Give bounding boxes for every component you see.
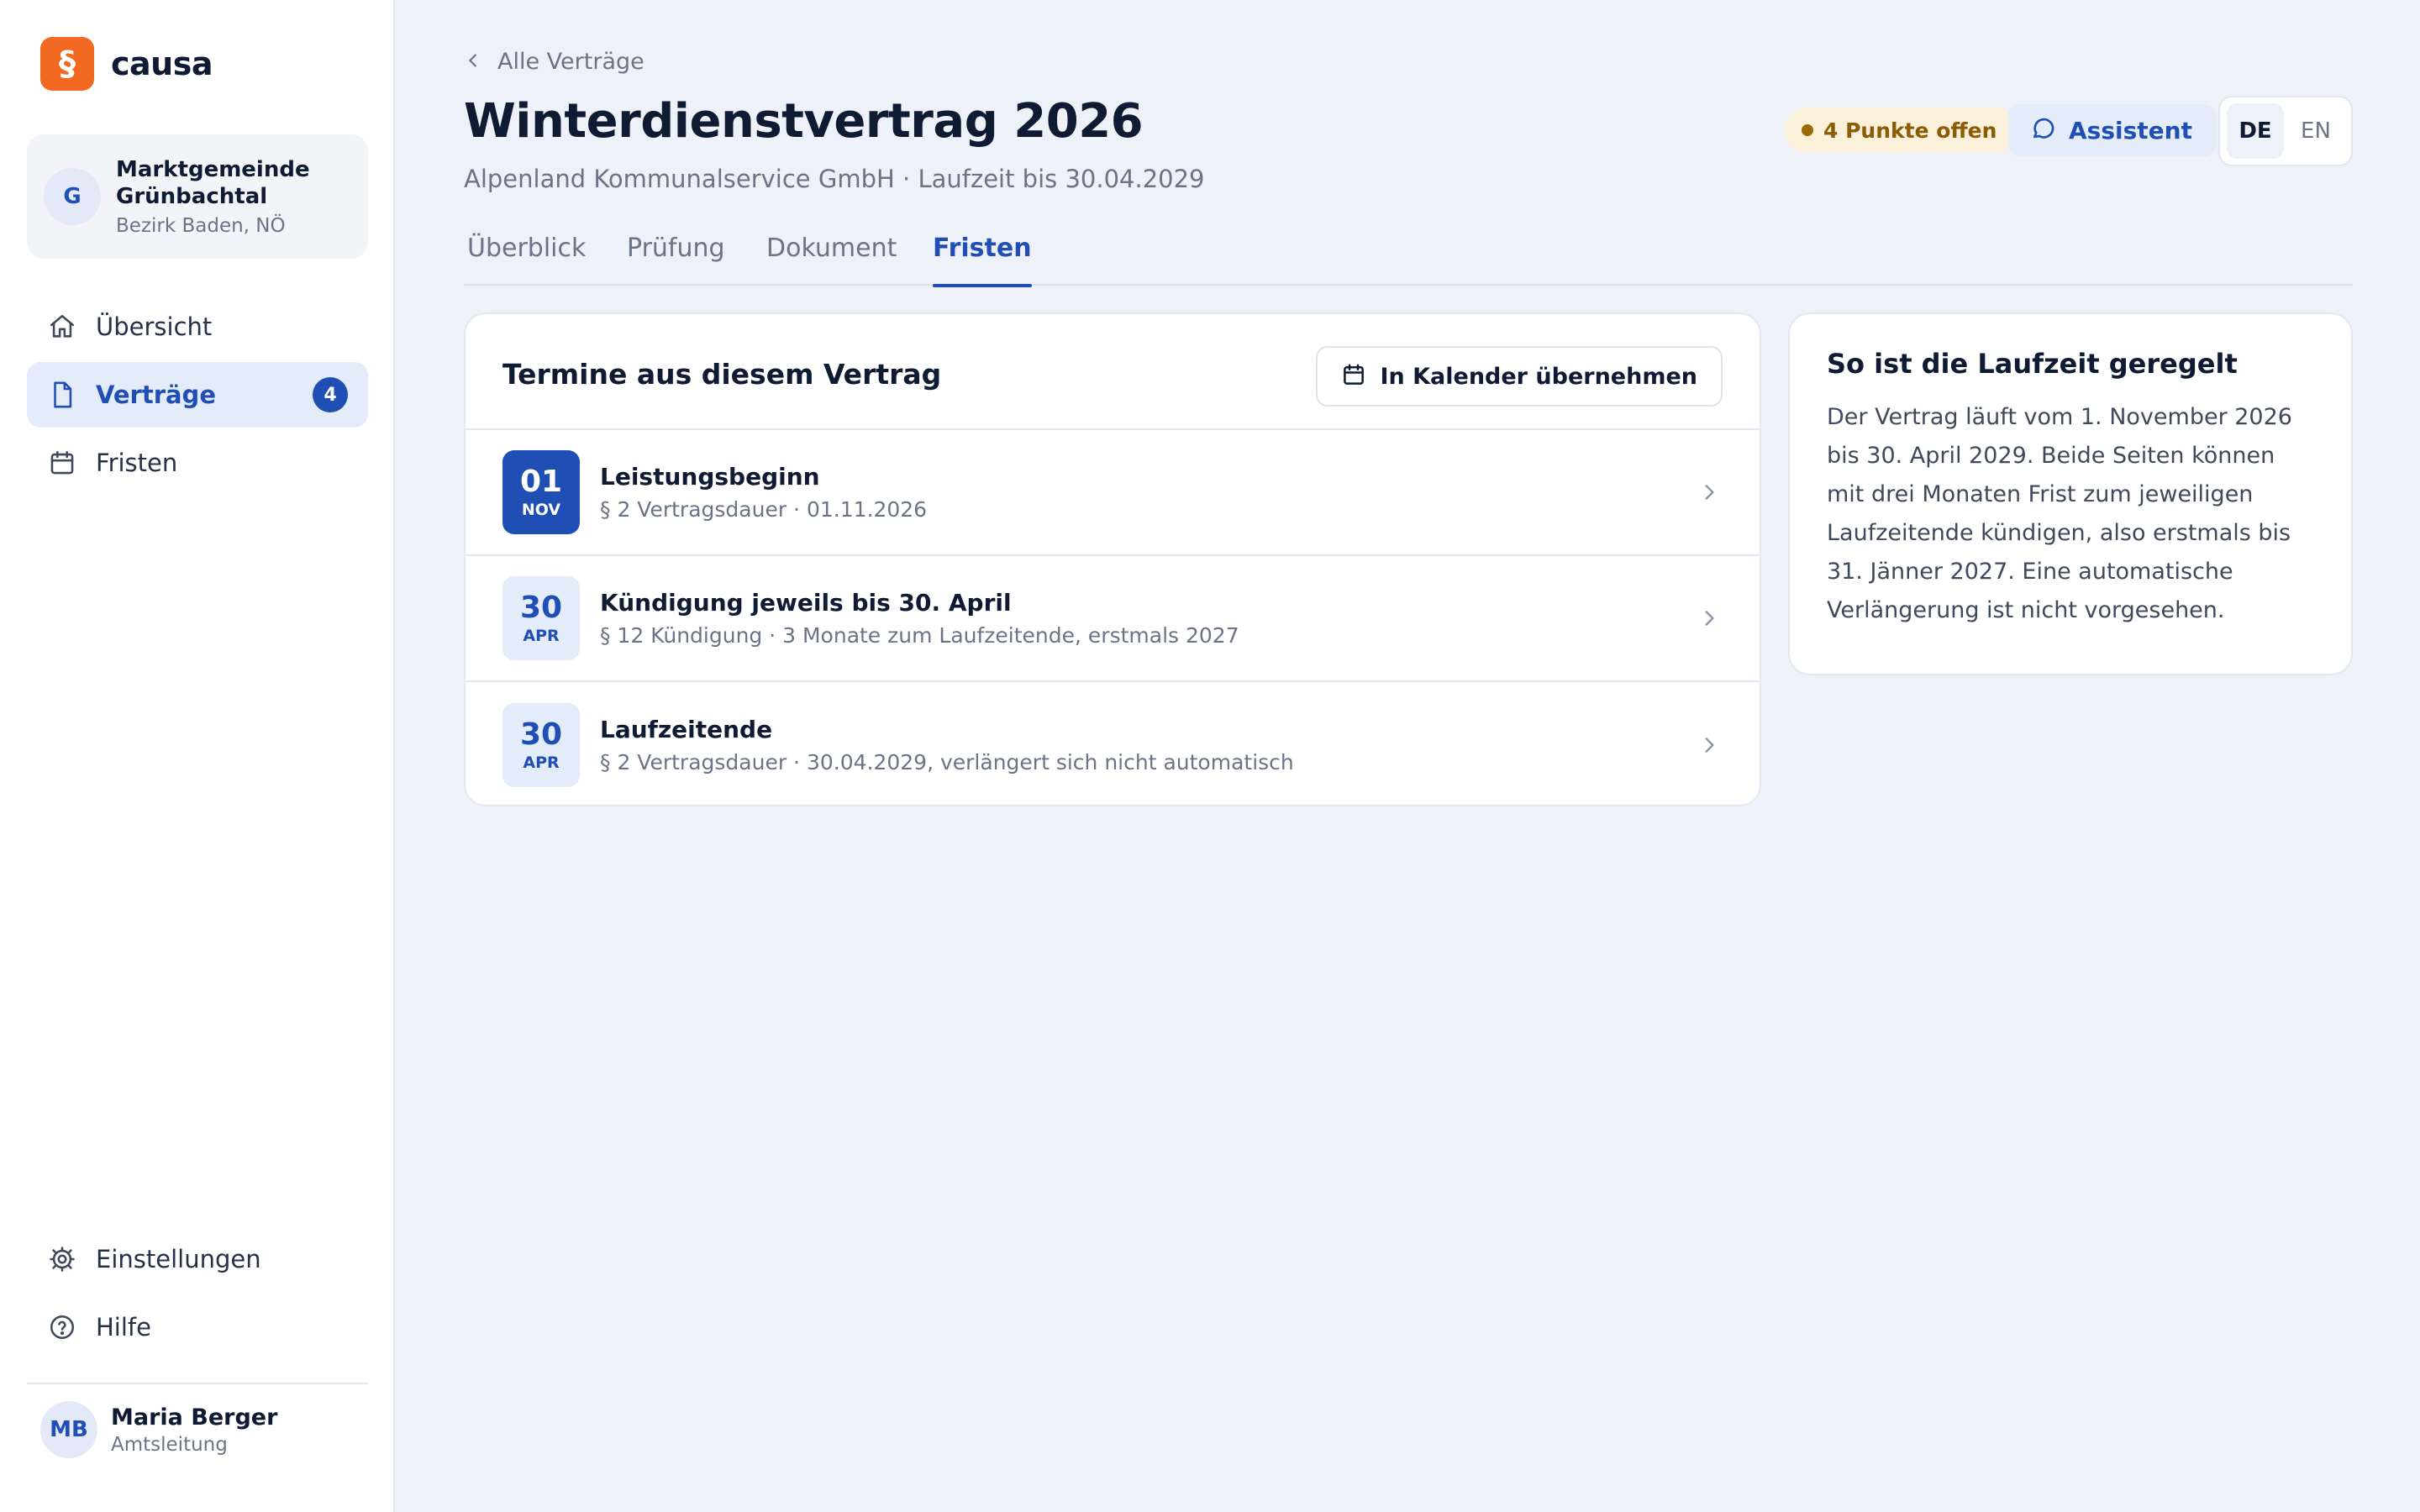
assistant-button-label: Assistent <box>2069 116 2192 144</box>
sidebar-item-label: Verträge <box>96 381 216 409</box>
sidebar-item-contracts[interactable]: Verträge 4 <box>27 362 368 428</box>
divider <box>27 1383 368 1384</box>
language-option-de[interactable]: DE <box>2227 103 2284 159</box>
sidebar-item-label: Hilfe <box>96 1313 151 1341</box>
card-title: Termine aus diesem Vertrag <box>502 358 942 391</box>
date-month: APR <box>523 627 560 645</box>
date-title: Leistungsbeginn <box>600 463 820 491</box>
add-to-calendar-label: In Kalender übernehmen <box>1380 363 1697 390</box>
brand-logo[interactable]: § causa <box>40 37 213 91</box>
language-option-en[interactable]: EN <box>2287 103 2344 159</box>
logo-mark: § <box>40 37 94 91</box>
chevron-right-icon <box>1696 605 1723 632</box>
status-label: 4 Punkte offen <box>1823 118 1997 143</box>
date-tile: 30 APR <box>502 576 580 660</box>
brand-name: causa <box>111 45 213 82</box>
org-name: Marktgemeinde Grünbachtal <box>116 157 310 209</box>
sidebar-item-overview[interactable]: Übersicht <box>27 294 368 360</box>
info-card-body: Der Vertrag läuft vom 1. November 2026 b… <box>1827 404 2292 623</box>
calendar-icon <box>1341 362 1366 391</box>
date-tile: 01 NOV <box>502 450 580 534</box>
org-avatar: G <box>44 168 101 225</box>
avatar: MB <box>40 1401 97 1458</box>
date-list-item[interactable]: 30 APR Laufzeitende § 2 Vertragsdauer · … <box>466 682 1760 805</box>
chevron-right-icon <box>1696 479 1723 506</box>
assistant-button[interactable]: Assistent <box>2008 104 2216 156</box>
date-title: Kündigung jeweils bis 30. April <box>600 589 1012 617</box>
language-switcher: DE EN <box>2218 96 2353 166</box>
tab-document[interactable]: Dokument <box>766 227 897 286</box>
tab-label: Überblick <box>467 234 587 263</box>
page-title: Winterdienstvertrag 2026 <box>464 94 1144 149</box>
gear-icon <box>47 1244 77 1274</box>
organization-switcher[interactable]: G Marktgemeinde Grünbachtal Bezirk Baden… <box>27 134 368 259</box>
date-tile: 30 APR <box>502 703 580 787</box>
date-day: 30 <box>519 591 563 625</box>
tab-label: Prüfung <box>627 234 725 263</box>
date-source: § 2 Vertragsdauer · 01.11.2026 <box>600 497 928 522</box>
tab-label: Fristen <box>933 234 1032 263</box>
date-source: § 12 Kündigung · 3 Monate zum Laufzeiten… <box>600 623 1239 648</box>
sidebar-item-label: Übersicht <box>96 312 213 341</box>
info-card-title: So ist die Laufzeit geregelt <box>1827 348 2238 380</box>
date-day: 01 <box>519 465 563 499</box>
date-list-item[interactable]: 01 NOV Leistungsbeginn § 2 Vertragsdauer… <box>466 430 1760 556</box>
page-subtitle: Alpenland Kommunalservice GmbH · Laufzei… <box>464 165 1205 193</box>
add-to-calendar-button[interactable]: In Kalender übernehmen <box>1316 346 1723 407</box>
chevron-right-icon <box>1696 732 1723 759</box>
date-list-item[interactable]: 30 APR Kündigung jeweils bis 30. April §… <box>466 556 1760 682</box>
main-nav: Übersicht Verträge 4 Fristen <box>27 294 368 498</box>
date-title: Laufzeitende <box>600 716 773 743</box>
contract-tabs: Überblick Prüfung Dokument Fristen <box>464 227 2353 287</box>
user-name: Maria Berger <box>111 1404 278 1431</box>
date-source: § 2 Vertragsdauer · 30.04.2029, verlänge… <box>600 750 1294 774</box>
sidebar-item-settings[interactable]: Einstellungen <box>27 1226 368 1292</box>
tab-review[interactable]: Prüfung <box>627 227 725 286</box>
chevron-left-icon <box>464 51 482 73</box>
sidebar-item-label: Fristen <box>96 449 178 477</box>
back-link[interactable]: Alle Verträge <box>464 49 644 75</box>
tab-deadlines[interactable]: Fristen <box>933 227 1032 287</box>
tab-overview[interactable]: Überblick <box>467 227 586 286</box>
contract-dates-card: Termine aus diesem Vertrag In Kalender ü… <box>464 312 1761 806</box>
sidebar-item-help[interactable]: Hilfe <box>27 1294 368 1360</box>
sidebar-item-deadlines[interactable]: Fristen <box>27 430 368 496</box>
tab-label: Dokument <box>766 234 897 263</box>
status-dot <box>1802 124 1813 136</box>
sidebar-item-label: Einstellungen <box>96 1245 261 1273</box>
home-icon <box>47 312 77 342</box>
status-badge[interactable]: 4 Punkte offen <box>1785 108 2018 153</box>
back-link-label: Alle Verträge <box>497 49 644 75</box>
count-badge: 4 <box>313 377 348 412</box>
date-day: 30 <box>519 717 563 752</box>
date-month: NOV <box>521 501 561 519</box>
sidebar: § causa G Marktgemeinde Grünbachtal Bezi… <box>0 0 395 1512</box>
term-info-card: So ist die Laufzeit geregelt Der Vertrag… <box>1788 312 2353 675</box>
date-month: APR <box>523 753 560 772</box>
user-profile[interactable]: MB Maria Berger Amtsleitung <box>40 1401 277 1458</box>
user-role: Amtsleitung <box>111 1433 228 1456</box>
secondary-nav: Einstellungen Hilfe <box>27 1226 368 1362</box>
chat-bubble-icon <box>2030 115 2057 145</box>
document-icon <box>47 380 77 410</box>
help-icon <box>47 1312 77 1342</box>
card-header: Termine aus diesem Vertrag In Kalender ü… <box>466 314 1760 430</box>
calendar-icon <box>47 448 77 478</box>
org-region: Bezirk Baden, NÖ <box>116 215 286 237</box>
